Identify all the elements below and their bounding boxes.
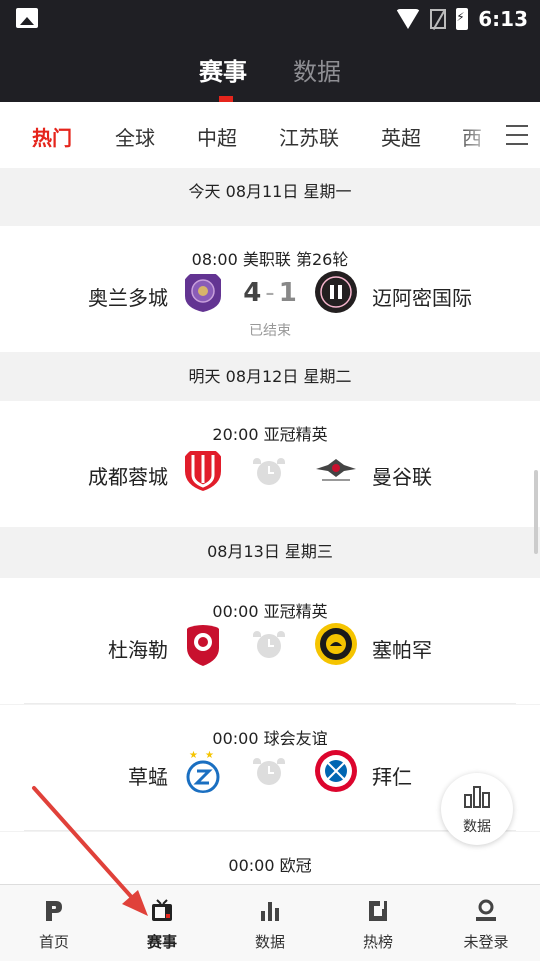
match-meta: 08:00 美职联 第26轮 xyxy=(191,250,349,269)
category-jiangsu-league[interactable]: 江苏联 xyxy=(279,122,339,151)
nav-label: 未登录 xyxy=(463,933,509,951)
image-notification-icon xyxy=(16,8,38,28)
bar-chart-icon xyxy=(261,902,279,921)
top-header: 赛事 数据 xyxy=(0,38,540,102)
away-team-name: 迈阿密国际 xyxy=(372,286,472,310)
rank-icon xyxy=(369,901,387,921)
nav-label: 首页 xyxy=(38,933,69,951)
home-team-name: 杜海勒 xyxy=(108,638,168,662)
category-csl[interactable]: 中超 xyxy=(197,122,237,151)
home-score: 4 xyxy=(243,278,262,308)
status-icons: 6:13 xyxy=(396,6,528,32)
category-bar: 热门 全球 中超 江苏联 英超 西 xyxy=(0,102,540,168)
sepahan-logo-icon xyxy=(315,623,357,665)
divider xyxy=(24,703,516,704)
stats-icon xyxy=(464,786,490,808)
bangkok-united-logo-icon xyxy=(316,459,356,481)
nav-profile[interactable]: 未登录 xyxy=(432,885,540,961)
nav-data[interactable]: 数据 xyxy=(216,885,324,961)
wifi-icon xyxy=(396,9,421,29)
nav-home[interactable]: 首页 xyxy=(0,885,108,961)
svg-text:★: ★ xyxy=(205,750,214,761)
home-p-icon xyxy=(46,901,62,921)
alarm-clock-icon[interactable] xyxy=(257,761,281,785)
inter-miami-logo-icon xyxy=(315,271,357,313)
grasshopper-logo-icon: ★ ★ xyxy=(186,750,220,793)
match-card[interactable]: 08:00 美职联 第26轮 奥兰多城 4-1 迈阿密国际 已结束 xyxy=(0,226,540,352)
date-header: 08月13日 星期三 xyxy=(0,528,540,576)
away-score: 1 xyxy=(278,278,297,308)
match-meta: 00:00 球会友谊 xyxy=(212,729,328,748)
category-global[interactable]: 全球 xyxy=(115,122,155,151)
home-team-name: 草蜢 xyxy=(128,765,168,789)
away-team-name: 拜仁 xyxy=(372,765,412,789)
match-card[interactable]: 20:00 亚冠精英 成都蓉城 曼谷联 xyxy=(0,401,540,527)
category-menu-icon[interactable] xyxy=(496,102,540,168)
away-team-name: 塞帕罕 xyxy=(372,638,432,662)
nav-rankings[interactable]: 热榜 xyxy=(324,885,432,961)
match-meta: 00:00 欧冠 xyxy=(228,856,312,875)
nav-label: 数据 xyxy=(254,933,285,951)
nav-label: 热榜 xyxy=(362,933,393,951)
user-icon xyxy=(476,899,496,921)
nav-label: 赛事 xyxy=(146,933,177,951)
match-card[interactable]: 00:00 亚冠精英 杜海勒 塞帕罕 xyxy=(0,578,540,704)
alarm-clock-icon[interactable] xyxy=(257,634,281,658)
fab-label: 数据 xyxy=(463,819,491,835)
data-fab-button[interactable]: 数据 xyxy=(441,773,513,845)
al-duhail-logo-icon xyxy=(187,625,219,666)
tab-data[interactable]: 数据 xyxy=(293,52,341,87)
battery-charging-icon xyxy=(456,8,469,30)
date-header: 今天 08月11日 星期一 xyxy=(0,168,540,216)
tab-matches[interactable]: 赛事 xyxy=(199,52,247,87)
chengdu-rongcheng-logo-icon xyxy=(185,451,221,491)
away-team-name: 曼谷联 xyxy=(372,465,432,489)
status-time: 6:13 xyxy=(478,7,528,31)
alarm-clock-icon[interactable] xyxy=(257,461,281,485)
no-sim-icon xyxy=(430,9,447,29)
match-meta: 20:00 亚冠精英 xyxy=(212,425,328,444)
tv-icon xyxy=(152,899,172,921)
category-fade xyxy=(456,102,496,168)
bayern-logo-icon xyxy=(315,750,357,792)
scrollbar[interactable] xyxy=(534,470,538,554)
home-team-name: 成都蓉城 xyxy=(88,465,168,489)
category-hot[interactable]: 热门 xyxy=(32,122,72,151)
category-premier-league[interactable]: 英超 xyxy=(381,122,421,151)
status-bar: 6:13 xyxy=(0,0,540,38)
svg-text:★: ★ xyxy=(189,750,198,761)
match-status: 已结束 xyxy=(249,323,291,339)
match-meta: 00:00 亚冠精英 xyxy=(212,602,328,621)
date-header: 明天 08月12日 星期二 xyxy=(0,353,540,401)
bottom-nav: 首页 赛事 数据 热榜 未登录 xyxy=(0,884,540,961)
nav-matches[interactable]: 赛事 xyxy=(108,885,216,961)
